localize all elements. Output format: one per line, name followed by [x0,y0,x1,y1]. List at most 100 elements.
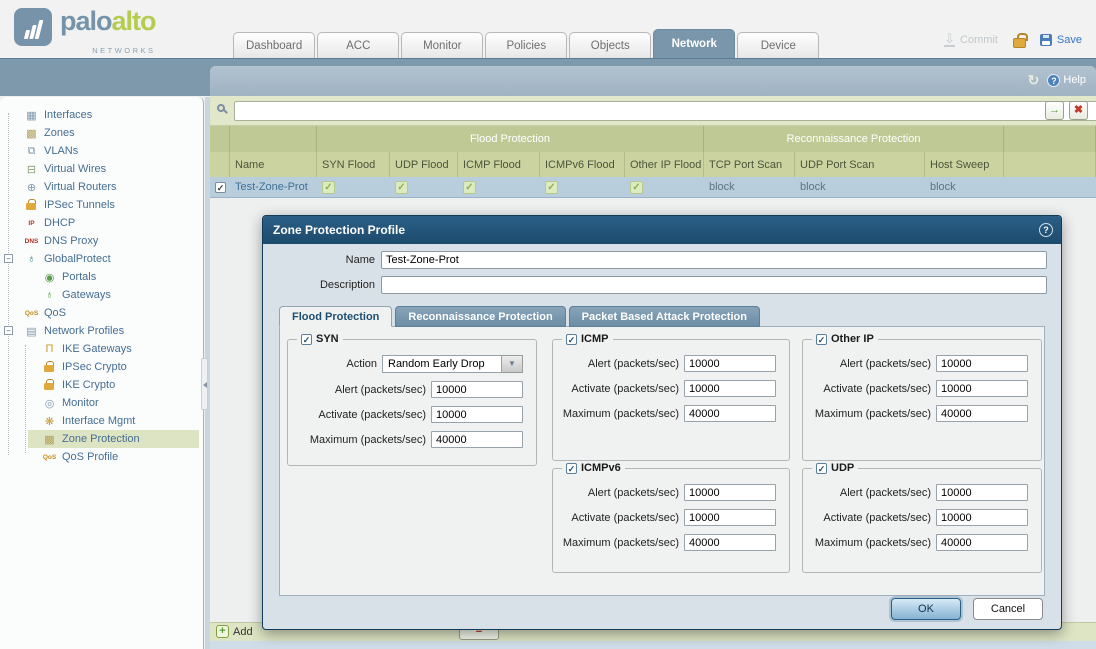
sidebar-item-ipsec-crypto[interactable]: IPSec Crypto [0,358,203,376]
sidebar-item-portals[interactable]: ◉Portals [0,268,203,286]
table-row[interactable]: ✓ Test-Zone-Prot ✓ ✓ ✓ ✓ ✓ block block b… [210,177,1096,198]
sidebar-item-globalprotect[interactable]: −♁GlobalProtect [0,250,203,268]
sidebar-item-dns-proxy[interactable]: DNSDNS Proxy [0,232,203,250]
other-ip-checkbox[interactable]: ✓ [816,334,827,345]
col-syn-flood[interactable]: SYN Flood [317,152,390,177]
collapse-toggle-icon[interactable]: − [4,326,13,335]
interface-mgmt-icon: ❋ [42,415,57,428]
syn-activate-input[interactable] [431,406,523,423]
clear-filter-button[interactable]: ✖ [1069,101,1088,120]
row-checkbox[interactable]: ✓ [215,182,226,193]
unlock-icon[interactable] [1012,33,1026,47]
col-icmpv6-flood[interactable]: ICMPv6 Flood [540,152,625,177]
chevron-down-icon[interactable]: ▼ [502,355,523,373]
save-button[interactable]: Save [1040,34,1082,46]
name-row: Name [263,251,1047,269]
activate-label: Activate (packets/sec) [823,383,931,395]
tab-network[interactable]: Network [653,29,735,58]
filter-input[interactable] [234,101,1096,121]
col-udp-flood[interactable]: UDP Flood [390,152,458,177]
tab-objects[interactable]: Objects [569,32,651,58]
name-label: Name [263,254,381,266]
syn-title: SYN [316,333,339,345]
sidebar-item-interfaces[interactable]: ▦Interfaces [0,106,203,124]
description-input[interactable] [381,276,1047,294]
tab-monitor[interactable]: Monitor [401,32,483,58]
tab-acc[interactable]: ACC [317,32,399,58]
row-name[interactable]: Test-Zone-Prot [230,177,317,197]
apply-filter-button[interactable]: → [1045,101,1064,120]
col-name[interactable]: Name [230,152,317,177]
portals-icon: ◉ [42,271,57,284]
alert-label: Alert (packets/sec) [588,487,679,499]
ok-button[interactable]: OK [891,598,961,620]
maximum-label: Maximum (packets/sec) [815,408,931,420]
app-window: paloalto NETWORKS Dashboard ACC Monitor … [0,0,1096,649]
sidebar-item-qos-profile[interactable]: QoSQoS Profile [0,448,203,466]
col-icmp-flood[interactable]: ICMP Flood [458,152,540,177]
sidebar-item-gateways[interactable]: ♁Gateways [0,286,203,304]
col-other-ip-flood[interactable]: Other IP Flood [625,152,704,177]
sidebar-item-ike-crypto[interactable]: IKE Crypto [0,376,203,394]
qos-icon: QoS [24,310,39,317]
icmp-alert-input[interactable] [684,355,776,372]
icmp-maximum-input[interactable] [684,405,776,422]
col-host-sweep[interactable]: Host Sweep [925,152,1004,177]
sidebar-item-virtual-wires[interactable]: ⊟Virtual Wires [0,160,203,178]
dialog-tab-packet-based-attack-protection[interactable]: Packet Based Attack Protection [569,306,760,327]
syn-checkbox[interactable]: ✓ [301,334,312,345]
refresh-icon[interactable]: ↻ [1028,73,1040,87]
sidebar-item-interface-mgmt[interactable]: ❋Interface Mgmt [0,412,203,430]
sidebar-item-ipsec-tunnels[interactable]: IPSec Tunnels [0,196,203,214]
icmp-activate-input[interactable] [684,380,776,397]
activate-label: Activate (packets/sec) [571,512,679,524]
commit-button[interactable]: ⇩ Commit [944,33,998,47]
sidebar-item-virtual-routers[interactable]: ⊕Virtual Routers [0,178,203,196]
syn-action-select[interactable]: Random Early Drop [382,355,502,373]
udp-checkbox[interactable]: ✓ [816,463,827,474]
sidebar-item-zones[interactable]: ▩Zones [0,124,203,142]
icmpv6-maximum-input[interactable] [684,534,776,551]
virtual-wires-icon: ⊟ [24,163,39,176]
icmpv6-alert-input[interactable] [684,484,776,501]
sidebar-item-vlans[interactable]: ⧉VLANs [0,142,203,160]
udp-alert-input[interactable] [936,484,1028,501]
sidebar-item-zone-protection[interactable]: ▩Zone Protection [28,430,199,448]
dialog-help-icon[interactable]: ? [1039,223,1053,237]
dialog-tabs: Flood Protection Reconnaissance Protecti… [279,306,1061,327]
gateways-icon: ♁ [42,289,57,301]
dns-proxy-icon: DNS [24,238,39,245]
col-udp-port-scan[interactable]: UDP Port Scan [795,152,925,177]
add-button[interactable]: + Add [216,625,253,638]
sidebar-collapse-handle[interactable] [201,358,208,410]
other-ip-maximum-input[interactable] [936,405,1028,422]
brand-text: paloalto NETWORKS [60,8,156,64]
syn-alert-input[interactable] [431,381,523,398]
sidebar-item-ike-gateways[interactable]: ΠIKE Gateways [0,340,203,358]
tab-dashboard[interactable]: Dashboard [233,32,315,58]
udp-activate-input[interactable] [936,509,1028,526]
dialog-tab-flood-protection[interactable]: Flood Protection [279,306,392,327]
sidebar-item-dhcp[interactable]: IPDHCP [0,214,203,232]
sidebar-item-qos[interactable]: QoSQoS [0,304,203,322]
other-ip-activate-input[interactable] [936,380,1028,397]
syn-maximum-input[interactable] [431,431,523,448]
col-select[interactable] [210,152,230,177]
icmp-checkbox[interactable]: ✓ [566,334,577,345]
col-tcp-port-scan[interactable]: TCP Port Scan [704,152,795,177]
cancel-button[interactable]: Cancel [973,598,1043,620]
other-ip-alert-input[interactable] [936,355,1028,372]
sidebar-item-network-profiles[interactable]: −▤Network Profiles [0,322,203,340]
tab-device[interactable]: Device [737,32,819,58]
udp-maximum-input[interactable] [936,534,1028,551]
dialog-tab-reconnaissance-protection[interactable]: Reconnaissance Protection [395,306,565,327]
sidebar-item-monitor[interactable]: ◎Monitor [0,394,203,412]
paloalto-logo-icon [14,8,52,46]
icmpv6-activate-input[interactable] [684,509,776,526]
tab-policies[interactable]: Policies [485,32,567,58]
collapse-toggle-icon[interactable]: − [4,254,13,263]
host-sweep-value: block [925,177,1004,197]
help-button[interactable]: ? Help [1047,74,1086,87]
name-input[interactable] [381,251,1047,269]
icmpv6-checkbox[interactable]: ✓ [566,463,577,474]
